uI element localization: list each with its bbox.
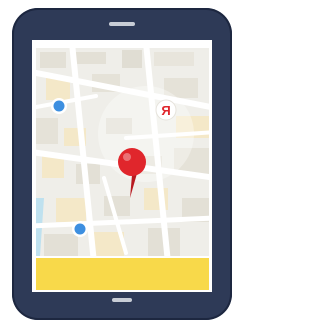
map-view[interactable]: Я xyxy=(36,48,209,256)
screen: Я xyxy=(32,40,212,292)
tablet-device: Я xyxy=(12,8,232,320)
location-dot-top[interactable] xyxy=(51,98,67,114)
yandex-badge-letter: Я xyxy=(161,103,170,118)
location-dot-bottom[interactable] xyxy=(72,221,88,237)
speaker-slot xyxy=(109,22,135,26)
location-halo xyxy=(98,86,194,182)
home-bar xyxy=(112,298,132,302)
map-canvas: Я xyxy=(36,48,209,256)
bottom-bar[interactable] xyxy=(36,258,209,290)
app-illustration: Я xyxy=(0,0,242,324)
yandex-badge[interactable]: Я xyxy=(155,99,177,121)
